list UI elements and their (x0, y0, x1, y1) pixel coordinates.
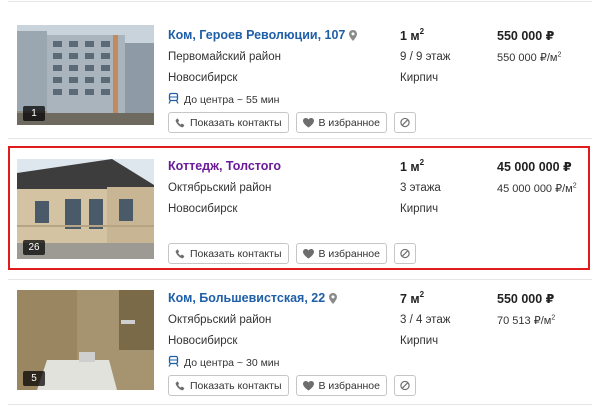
show-contacts-button[interactable]: Показать контакты (168, 112, 289, 133)
photo-count-badge: 5 (23, 371, 45, 386)
tram-icon (168, 92, 179, 107)
favorite-button[interactable]: В избранное (295, 243, 387, 264)
transit-time-text: До центра ~ 30 мин (184, 356, 280, 369)
floors-text: 9 / 9 этаж (400, 51, 451, 63)
listing-photo[interactable]: 1 (17, 25, 154, 125)
price-text: 45 000 000 ₽ (497, 160, 572, 174)
block-icon (400, 248, 410, 259)
tram-icon (168, 355, 179, 370)
material-text: Кирпич (400, 72, 439, 84)
transit-row: До центра ~ 55 мин (168, 92, 279, 107)
block-icon (400, 380, 410, 391)
show-contacts-button[interactable]: Показать контакты (168, 243, 289, 264)
material-text: Кирпич (400, 335, 439, 347)
favorite-button[interactable]: В избранное (295, 375, 387, 396)
hide-listing-button[interactable] (393, 243, 416, 264)
actions-row: Показать контакты В избранное (168, 112, 416, 133)
title-row: Коттедж, Толстого (168, 159, 281, 173)
listing-card: 26 Коттедж, Толстого Октябрьский район Н… (0, 146, 600, 282)
transit-time-text: До центра ~ 55 мин (184, 93, 280, 106)
price-text: 550 000 ₽ (497, 292, 555, 306)
favorite-button[interactable]: В избранное (295, 112, 387, 133)
price-per-m2-text: 45 000 000 ₽/м2 (497, 182, 577, 195)
price-per-m2-text: 550 000 ₽/м2 (497, 51, 562, 64)
transit-row: До центра ~ 30 мин (168, 355, 279, 370)
photo-count-badge: 1 (23, 106, 45, 121)
listing-card: 1 Ком, Героев Революции, 107 Первомайски… (0, 15, 600, 151)
divider (8, 138, 592, 139)
listing-title-link[interactable]: Ком, Героев Революции, 107 (168, 28, 345, 42)
listing-title-link[interactable]: Ком, Большевистская, 22 (168, 291, 325, 305)
actions-row: Показать контакты В избранное (168, 243, 416, 264)
phone-icon (175, 380, 185, 390)
area-value: 7 м2 (400, 290, 425, 307)
show-contacts-button[interactable]: Показать контакты (168, 375, 289, 396)
city-text: Новосибирск (168, 72, 238, 84)
listing-card: 5 Ком, Большевистская, 22 Октябрьский ра… (0, 278, 600, 414)
city-text: Новосибирск (168, 335, 238, 347)
block-icon (400, 117, 410, 128)
price-text: 550 000 ₽ (497, 29, 555, 43)
title-row: Ком, Героев Революции, 107 (168, 28, 358, 42)
phone-icon (175, 248, 185, 258)
material-text: Кирпич (400, 203, 439, 215)
map-pin-icon[interactable] (329, 292, 338, 304)
heart-icon (302, 117, 314, 127)
area-value: 1 м2 (400, 27, 425, 44)
district-text: Первомайский район (168, 51, 281, 63)
actions-row: Показать контакты В избранное (168, 375, 416, 396)
floors-text: 3 / 4 этаж (400, 314, 451, 326)
district-text: Октябрьский район (168, 182, 272, 194)
map-pin-icon[interactable] (349, 29, 358, 41)
listing-photo[interactable]: 26 (17, 159, 154, 259)
listing-title-link[interactable]: Коттедж, Толстого (168, 159, 281, 173)
hide-listing-button[interactable] (393, 375, 416, 396)
title-row: Ком, Большевистская, 22 (168, 291, 338, 305)
divider-top (8, 1, 592, 2)
floors-text: 3 этажа (400, 182, 441, 194)
hide-listing-button[interactable] (393, 112, 416, 133)
listing-photo[interactable]: 5 (17, 290, 154, 390)
heart-icon (302, 248, 314, 258)
area-value: 1 м2 (400, 158, 425, 175)
photo-count-badge: 26 (23, 240, 45, 255)
city-text: Новосибирск (168, 203, 238, 215)
district-text: Октябрьский район (168, 314, 272, 326)
price-per-m2-text: 70 513 ₽/м2 (497, 314, 556, 327)
divider-bottom (8, 404, 592, 405)
heart-icon (302, 380, 314, 390)
phone-icon (175, 117, 185, 127)
